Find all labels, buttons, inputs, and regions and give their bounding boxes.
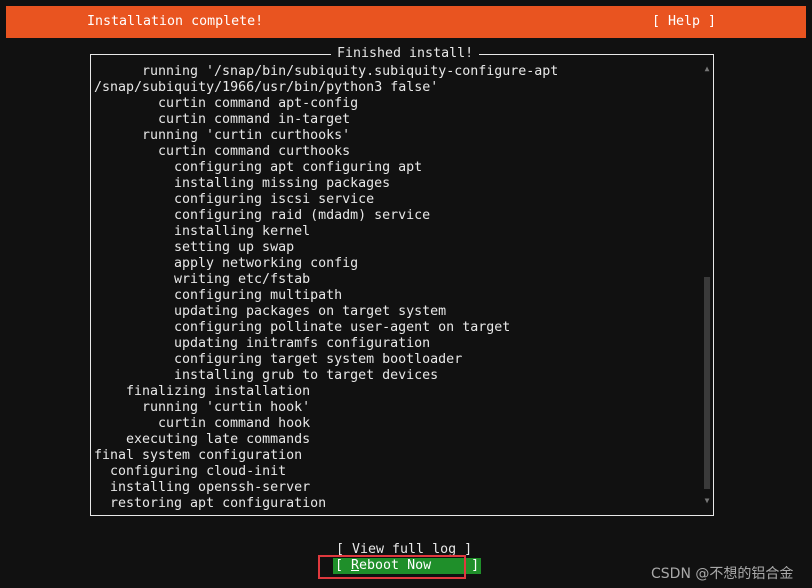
log-line: restoring apt configuration [110,496,327,511]
log-line: installing grub to target devices [174,368,439,383]
log-line: running 'curtin curthooks' [142,128,351,143]
finished-install-panel: Finished install! running '/snap/bin/sub… [90,46,714,516]
highlight-box [318,555,466,579]
log-scrollbar[interactable]: ▲ ▼ [703,65,711,505]
log-line: configuring iscsi service [174,192,375,207]
watermark: CSDN @不想的铝合金 [651,566,794,582]
log-line: final system configuration [94,448,303,463]
log-line: curtin command apt-config [158,96,359,111]
log-line: updating initramfs configuration [174,336,431,351]
panel-title: Finished install! [331,46,480,62]
log-line: apply networking config [174,256,359,271]
scrollbar-thumb[interactable] [704,276,710,489]
help-button[interactable]: [ Help ] [652,14,716,29]
log-line: executing late commands [126,432,311,447]
log-line: setting up swap [174,240,295,255]
header-title: Installation complete! [87,14,264,29]
log-line: configuring multipath [174,288,343,303]
log-line: updating packages on target system [174,304,447,319]
log-line: writing etc/fstab [174,272,311,287]
log-line: running 'curtin hook' [142,400,311,415]
log-line: configuring pollinate user-agent on targ… [174,320,511,335]
install-log: running '/snap/bin/subiquity.subiquity-c… [94,64,694,512]
log-line: curtin command curthooks [158,144,351,159]
log-line: /snap/subiquity/1966/usr/bin/python3 fal… [94,80,439,95]
header-bar: Installation complete! [ Help ] [6,6,806,38]
log-line: installing openssh-server [110,480,311,495]
scroll-down-icon[interactable]: ▼ [703,497,711,505]
scroll-up-icon[interactable]: ▲ [703,65,711,73]
log-line: configuring raid (mdadm) service [174,208,431,223]
log-line: running '/snap/bin/subiquity.subiquity-c… [142,64,559,79]
log-line: installing kernel [174,224,311,239]
log-line: configuring target system bootloader [174,352,463,367]
log-line: curtin command hook [158,416,311,431]
log-line: configuring apt configuring apt [174,160,423,175]
log-line: curtin command in-target [158,112,351,127]
log-line: configuring cloud-init [110,464,287,479]
log-line: installing missing packages [174,176,391,191]
log-line: finalizing installation [126,384,311,399]
